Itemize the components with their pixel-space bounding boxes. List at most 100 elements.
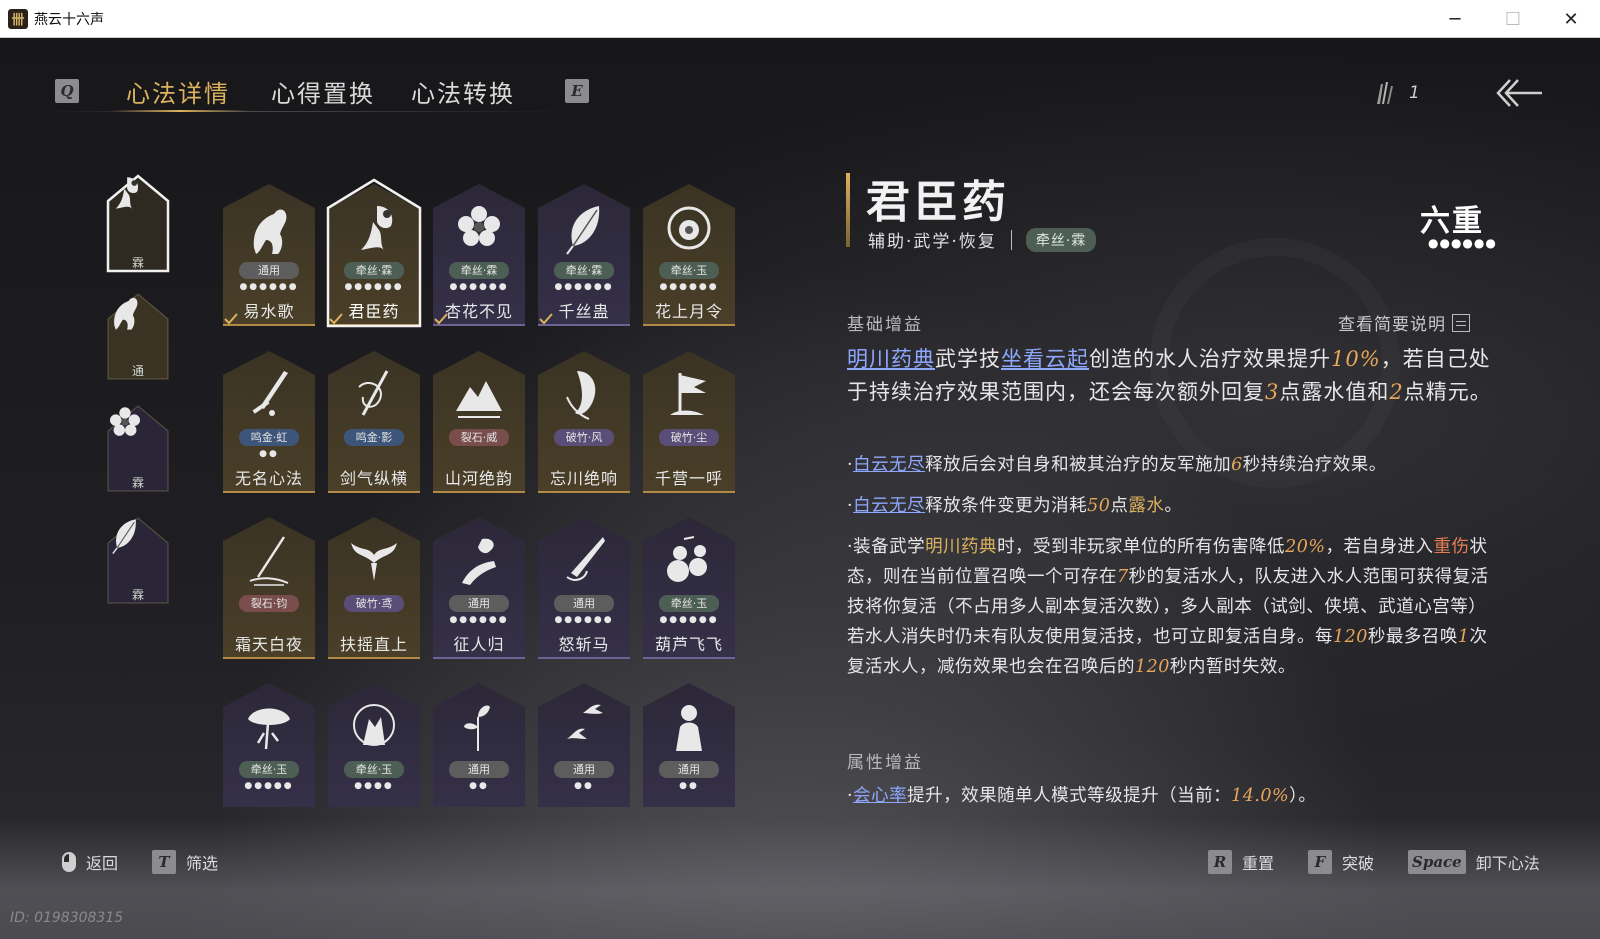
skill-card[interactable]: 破竹·鸢 扶摇直上 (325, 511, 423, 661)
background-floor (0, 819, 1600, 939)
tab-insight-swap[interactable]: 心得置换 (271, 74, 375, 109)
resource-counter: 1 (1373, 80, 1420, 106)
breakthrough-hint[interactable]: F 突破 (1308, 850, 1374, 874)
effect-text: 释放后会对自身和被其治疗的友军施加 (925, 455, 1232, 475)
equipped-slot[interactable]: 霖 (105, 173, 171, 275)
back-hint[interactable]: 返回 (62, 850, 118, 874)
effect-text: ，若自身进入 (1325, 537, 1434, 557)
moon-flower-icon (667, 206, 711, 250)
breakthrough-key: F (1308, 850, 1332, 874)
storm-tree-icon (248, 708, 290, 750)
skill-card[interactable]: 鸣金·虹 ●● 无名心法 (220, 345, 318, 495)
view-brief-button[interactable]: 查看简要说明 (1338, 310, 1470, 335)
skill-card[interactable]: 牵丝·玉 ●●●●●● 花上月令 (640, 178, 738, 328)
school-tag: 鸣金·虹 (239, 429, 299, 446)
gourd-icon (667, 536, 707, 582)
flower-icon (458, 206, 500, 246)
school-tag: 牵丝·霖 (554, 262, 614, 279)
school-tag: 通用 (239, 262, 299, 279)
effect-value: 120 (1333, 627, 1368, 647)
skill-card[interactable]: 通用 ●●●●●● 征人归 (430, 511, 528, 661)
effect-value: 20% (1285, 537, 1326, 557)
rank-dots: ●● (469, 781, 489, 791)
reset-key: R (1208, 850, 1232, 874)
water-pour-icon (361, 206, 393, 252)
skill-card[interactable]: 通用 ●●●●●● 怒斩马 (535, 511, 633, 661)
view-brief-label: 查看简要说明 (1338, 315, 1446, 335)
skill-card[interactable]: 牵丝·玉 ●●●●● (220, 677, 318, 827)
title-accent-bar (846, 173, 850, 247)
skill-card-name: 千营一呼 (654, 469, 723, 488)
active-tab-underline (110, 110, 250, 112)
close-button[interactable]: ✕ (1542, 0, 1600, 38)
tab-skill-details[interactable]: 心法详情 (126, 74, 230, 109)
skill-card[interactable]: 牵丝·霖 ●●●●●● 杏花不见 (430, 178, 528, 328)
rank-dots: ●●●● (354, 781, 394, 791)
link-baiyun[interactable]: 白云无尽 (853, 455, 925, 475)
rank-dots: ●●●●●● (554, 282, 614, 292)
minimize-button[interactable]: ─ (1426, 0, 1484, 38)
mountain-icon (456, 381, 502, 418)
unequip-hint[interactable]: Space 卸下心法 (1408, 850, 1540, 874)
hand-bird-icon (462, 538, 496, 585)
skill-card[interactable]: 通用 ●● (640, 677, 738, 827)
next-tab-key[interactable]: E (565, 79, 589, 103)
skill-card[interactable]: 通用 ●● (535, 677, 633, 827)
skill-card[interactable]: 裂石·钧 霜天白夜 (220, 511, 318, 661)
effect-value: 3 (1265, 380, 1280, 404)
skill-card[interactable]: 裂石·威 山河绝韵 (430, 345, 528, 495)
skill-card[interactable]: 鸣金·影 剑气纵横 (325, 345, 423, 495)
link-mingchuan[interactable]: 明川药典 (847, 347, 935, 371)
skill-card[interactable]: 破竹·尘 千营一呼 (640, 345, 738, 495)
school-tag: 通用 (554, 761, 614, 778)
effect-text: 秒内暂时失效。 (1169, 657, 1296, 677)
skill-card[interactable]: 牵丝·玉 ●●●● (325, 677, 423, 827)
list-icon (1452, 313, 1470, 332)
skill-card[interactable]: 牵丝·霖 ●●●●●● 千丝蛊 (535, 178, 633, 328)
filter-hint[interactable]: T 筛选 (152, 850, 218, 874)
spear-icon (249, 536, 289, 586)
reset-hint[interactable]: R 重置 (1208, 850, 1274, 874)
unequip-key: Space (1408, 850, 1466, 874)
effect-value: 2 (1389, 380, 1404, 404)
effect-text: 点 (1110, 496, 1129, 516)
school-tag: 通用 (554, 595, 614, 612)
effect-text: 点露水值和 (1279, 380, 1390, 404)
effect-value: 1 (1457, 627, 1470, 647)
skill-card-name: 怒斩马 (558, 635, 610, 654)
effect-text: 秒持续治疗效果。 (1242, 455, 1387, 475)
breakthrough-label: 突破 (1342, 854, 1375, 873)
blade-icon (566, 537, 605, 581)
link-zuokan[interactable]: 坐看云起 (1001, 347, 1089, 371)
back-arrow-icon[interactable] (1496, 76, 1544, 110)
skill-card[interactable]: 通用 ●●●●●● 易水歌 (220, 178, 318, 328)
skill-card-name: 征人归 (453, 635, 505, 654)
horse-icon (253, 209, 287, 254)
skill-card[interactable]: 牵丝·霖 ●●●●●● 君臣药 (325, 178, 423, 328)
link-crit[interactable]: 会心率 (853, 786, 907, 806)
skill-card[interactable]: 牵丝·玉 ●●●●●● 葫芦飞飞 (640, 511, 738, 661)
rank-dots: ●●●●●● (449, 615, 509, 625)
skill-card-name: 忘川绝响 (549, 469, 618, 488)
maximize-button[interactable]: ☐ (1484, 0, 1542, 38)
skill-card[interactable]: 破竹·风 忘川绝响 (535, 345, 633, 495)
effect-value: 120 (1135, 657, 1170, 677)
equipped-slot[interactable]: 霖 (105, 515, 171, 607)
window-title: 燕云十六声 (34, 11, 104, 28)
effect-value: 7 (1117, 567, 1129, 587)
keyword: 明川药典 (925, 537, 998, 557)
effect-value: 14.0% (1231, 786, 1290, 806)
rank-dots: ●● (259, 449, 279, 459)
equipped-slot[interactable]: 霖 (105, 403, 171, 495)
mask-icon (566, 371, 596, 420)
swallows-icon (567, 704, 603, 739)
tab-skill-convert[interactable]: 心法转换 (411, 74, 515, 109)
skill-card[interactable]: 通用 ●● (430, 677, 528, 827)
horse-icon (114, 297, 138, 330)
bullet-effect-3: ·装备武学明川药典时，受到非玩家单位的所有伤害降低20%，若自身进入重伤状态，则… (847, 532, 1497, 682)
window-titlebar: 卌 燕云十六声 ─ ☐ ✕ (0, 0, 1600, 38)
school-tag: 牵丝·玉 (659, 595, 719, 612)
link-baiyun[interactable]: 白云无尽 (853, 496, 925, 516)
equipped-slot[interactable]: 通 (105, 291, 171, 383)
prev-tab-key[interactable]: Q (55, 79, 79, 103)
